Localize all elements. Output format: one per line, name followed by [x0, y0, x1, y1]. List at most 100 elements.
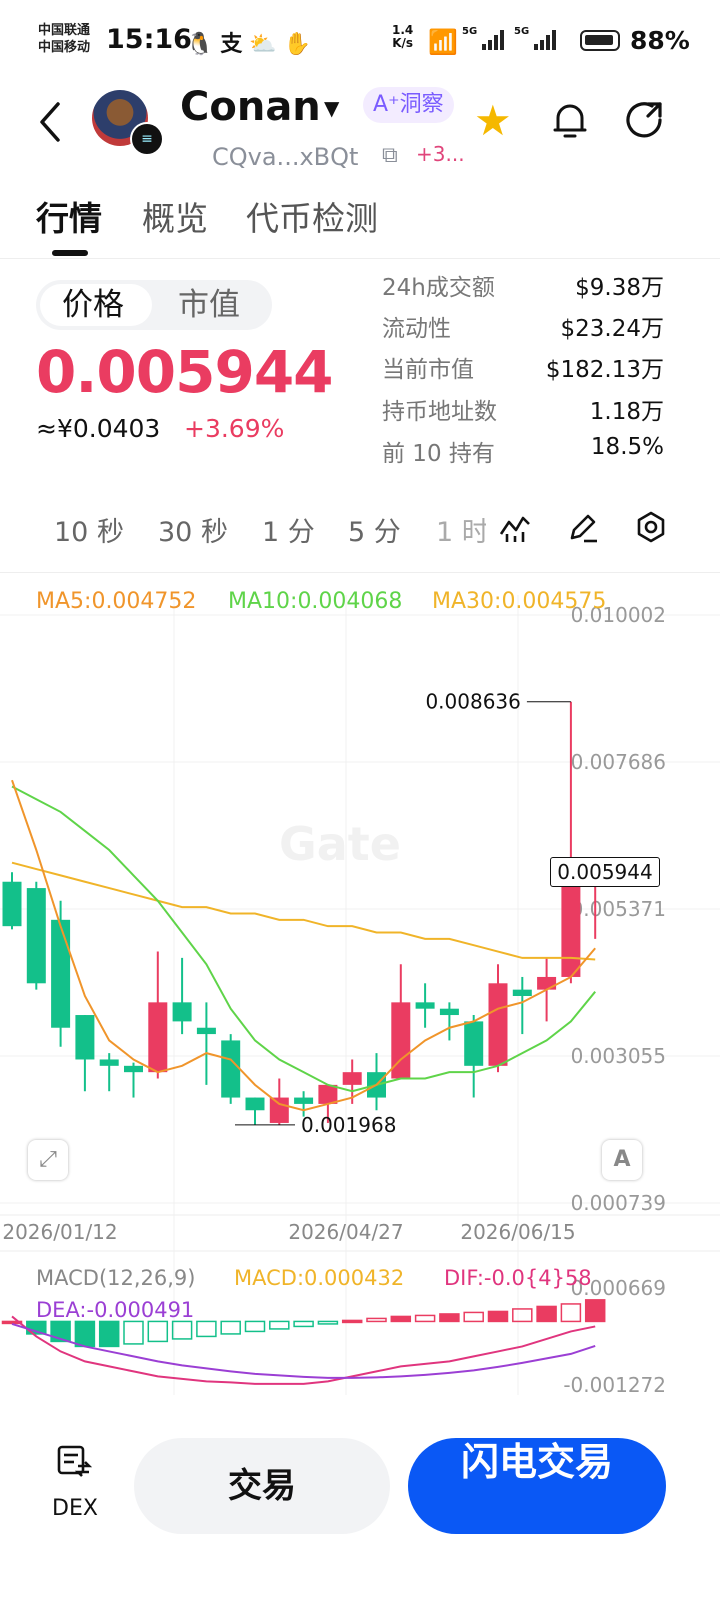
stat-label: 持币地址数: [382, 399, 497, 425]
macd-bar: [341, 1319, 363, 1324]
candle-body: [537, 976, 557, 990]
bell-icon[interactable]: [552, 98, 588, 142]
current-price-label: 0.005944: [550, 857, 660, 887]
macd-bar: [196, 1320, 217, 1338]
interval-30s[interactable]: 30 秒: [158, 510, 228, 549]
macd-bar: [293, 1320, 314, 1328]
macd-bar: [147, 1320, 169, 1343]
price-cny: ≈¥0.0403: [36, 414, 161, 443]
price-mode-a-icon[interactable]: A: [602, 1140, 642, 1180]
ma30-legend: MA30:0.004575: [432, 589, 606, 614]
interval-1h[interactable]: 1 时: [436, 510, 486, 549]
candle-body: [512, 989, 532, 996]
x-tick-label: 2026/04/27: [288, 1220, 403, 1244]
candle-body: [51, 919, 71, 1028]
trade-button[interactable]: 交易: [134, 1438, 390, 1534]
fullscreen-icon[interactable]: ⤢: [28, 1140, 68, 1180]
stat-value: $182.13万: [545, 357, 664, 383]
stat-label: 当前市值: [382, 357, 474, 383]
y-tick-label: 0.003055: [571, 1044, 666, 1068]
toggle-price[interactable]: 价格: [62, 284, 124, 326]
divider: [0, 258, 720, 259]
hand-icon: ✋: [283, 32, 312, 57]
macd-y-tick: -0.001272: [563, 1373, 666, 1397]
tab-market[interactable]: 行情: [36, 192, 102, 240]
macd-bar: [269, 1320, 290, 1330]
watermark: Gate: [279, 817, 401, 871]
indicator-icon[interactable]: [498, 510, 532, 544]
caret-down-icon[interactable]: ▼: [324, 96, 339, 120]
dex-icon[interactable]: [56, 1444, 93, 1478]
battery-icon: [580, 30, 620, 51]
macd-bar: [487, 1310, 509, 1323]
macd-bar: [244, 1320, 266, 1333]
ma10-legend: MA10:0.004068: [228, 589, 402, 614]
candle-body: [464, 1021, 484, 1066]
share-icon[interactable]: [626, 98, 666, 140]
speed-unit: K/s: [392, 36, 414, 50]
coin-name[interactable]: Conan: [180, 84, 321, 130]
x-tick-label: 2026/01/12: [2, 1220, 117, 1244]
dif-value: DIF:-0.0{4}58: [444, 1266, 592, 1290]
candle-body: [99, 1059, 119, 1066]
carrier-names: 中国联通 中国移动: [38, 22, 90, 56]
copy-icon[interactable]: ⧉: [382, 143, 398, 168]
tab-active-indicator: [52, 250, 88, 256]
candle-body: [26, 888, 46, 984]
interval-5m[interactable]: 5 分: [348, 510, 401, 549]
interval-10s[interactable]: 10 秒: [54, 510, 124, 549]
dea-value: DEA:-0.000491: [36, 1298, 194, 1322]
signal-icon-2: 5G: [514, 26, 556, 50]
macd-bar: [123, 1320, 144, 1345]
solana-chain-icon: ≡: [130, 122, 164, 156]
stat-label: 前 10 持有: [382, 441, 495, 467]
macd-bar: [390, 1315, 412, 1323]
candle-body: [294, 1097, 314, 1104]
candle-body: [172, 1002, 192, 1022]
price-change: +3.69%: [184, 414, 285, 443]
favorite-star-icon[interactable]: ★: [474, 96, 512, 145]
candle-body: [124, 1065, 143, 1073]
more-tags[interactable]: +3...: [416, 142, 465, 166]
macd-bar: [560, 1303, 582, 1323]
candle-body: [269, 1097, 289, 1123]
kline-chart[interactable]: Gate 0.0100020.0076860.0053710.0030550.0…: [0, 575, 720, 1400]
tab-overview[interactable]: 概览: [142, 192, 208, 240]
stat-value: $9.38万: [575, 275, 664, 301]
candle-body: [415, 1002, 435, 1009]
macd-value: MACD:0.000432: [234, 1266, 404, 1290]
dex-label[interactable]: DEX: [52, 1496, 98, 1521]
stat-label: 24h成交额: [382, 275, 495, 301]
macd-bar: [512, 1308, 533, 1323]
toggle-market-cap[interactable]: 市值: [178, 284, 240, 326]
candle-body: [439, 1008, 459, 1016]
divider: [0, 572, 720, 573]
macd-bar: [366, 1317, 387, 1323]
candle-body: [342, 1072, 362, 1085]
weather-icon: ⛅: [249, 32, 277, 57]
battery-level: 88%: [630, 26, 690, 55]
macd-bar: [98, 1320, 120, 1348]
clock: 15:16: [106, 24, 192, 55]
stat-value: 18.5%: [590, 434, 664, 460]
draw-pen-icon[interactable]: [566, 510, 600, 544]
macd-bar: [463, 1311, 484, 1323]
interval-1m[interactable]: 1 分: [262, 510, 315, 549]
candle-body: [2, 881, 22, 927]
candle-body: [488, 983, 508, 1066]
qq-icon: 🐧: [186, 32, 214, 57]
back-button[interactable]: [36, 100, 64, 152]
tab-token-check[interactable]: 代币检测: [246, 192, 378, 240]
settings-gear-icon[interactable]: [634, 510, 668, 544]
contract-address: CQva...xBQt: [212, 143, 359, 171]
macd-bar: [584, 1299, 606, 1323]
macd-bar: [536, 1305, 557, 1323]
low-marker-label: 0.001968: [301, 1113, 396, 1137]
carrier-2: 中国移动: [38, 40, 91, 55]
ai-insight-tag[interactable]: A⁺洞察: [363, 87, 454, 123]
current-price: 0.005944: [36, 338, 334, 406]
stat-value: $23.24万: [560, 316, 664, 342]
flash-trade-button[interactable]: 闪电交易: [408, 1438, 666, 1534]
macd-bar: [439, 1313, 460, 1323]
stat-value: 1.18万: [589, 399, 664, 425]
